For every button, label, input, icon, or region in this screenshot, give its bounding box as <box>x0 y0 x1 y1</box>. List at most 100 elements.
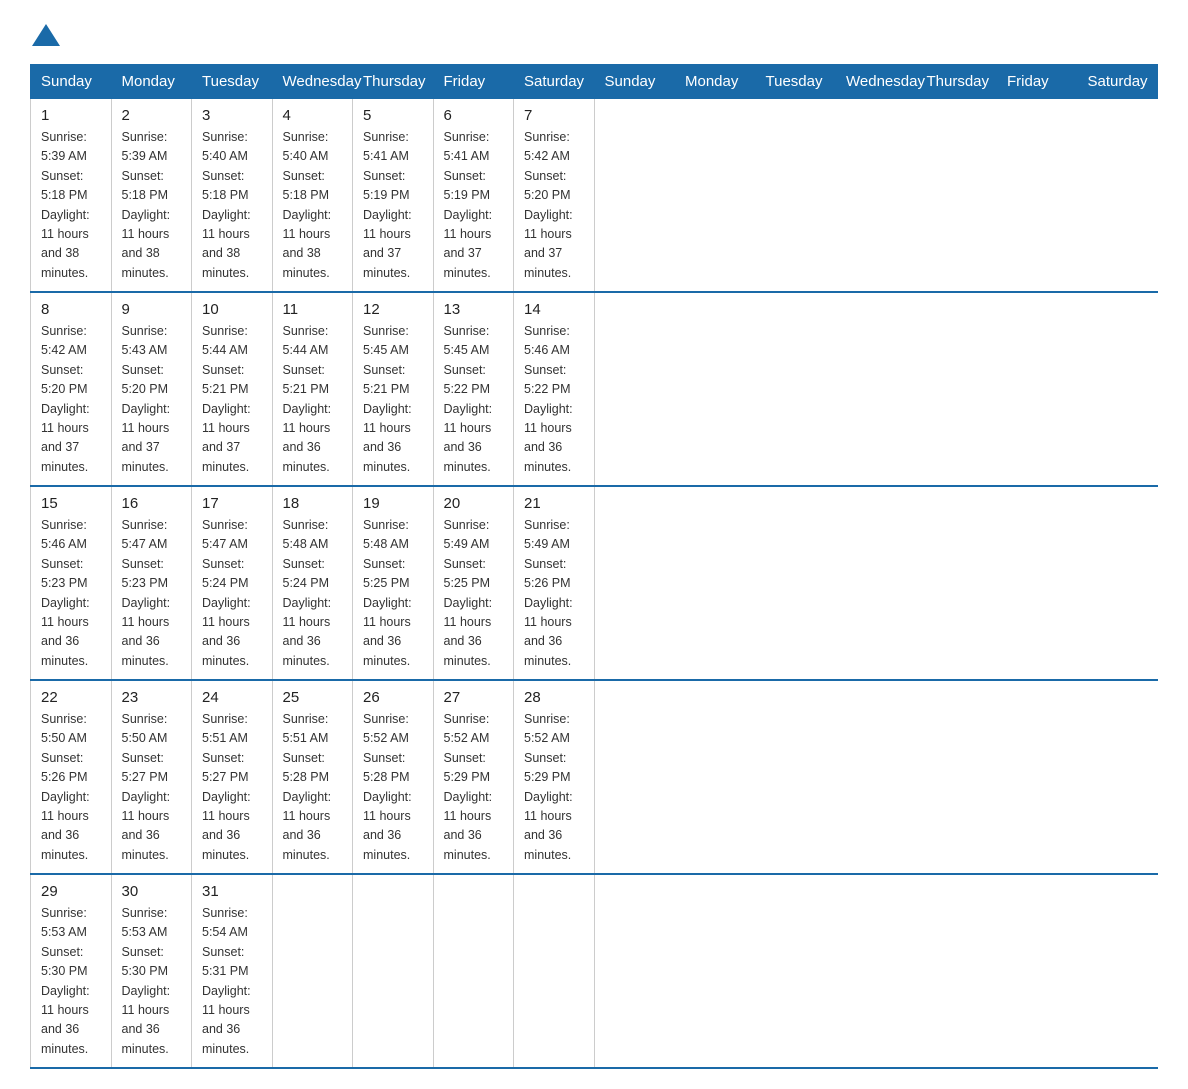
calendar-cell: 5Sunrise: 5:41 AMSunset: 5:19 PMDaylight… <box>353 99 434 293</box>
day-info: Sunrise: 5:52 AMSunset: 5:29 PMDaylight:… <box>444 710 504 865</box>
day-info: Sunrise: 5:54 AMSunset: 5:31 PMDaylight:… <box>202 904 262 1059</box>
day-info: Sunrise: 5:48 AMSunset: 5:25 PMDaylight:… <box>363 516 423 671</box>
col-header-sunday: Sunday <box>594 65 675 99</box>
day-info: Sunrise: 5:52 AMSunset: 5:29 PMDaylight:… <box>524 710 584 865</box>
day-info: Sunrise: 5:41 AMSunset: 5:19 PMDaylight:… <box>444 128 504 283</box>
calendar-cell: 11 Sunrise: 5:44 AMSunset: 5:21 PMDayligh… <box>272 292 353 486</box>
col-header-friday: Friday <box>997 65 1078 99</box>
calendar-cell: 12 Sunrise: 5:45 AMSunset: 5:21 PMDayligh… <box>353 292 434 486</box>
day-info: Sunrise: 5:47 AMSunset: 5:24 PMDaylight:… <box>202 516 262 671</box>
day-info: Sunrise: 5:47 AMSunset: 5:23 PMDaylight:… <box>122 516 182 671</box>
calendar-cell: 7 Sunrise: 5:42 AMSunset: 5:20 PMDaylight… <box>514 99 595 293</box>
calendar-cell: 18 Sunrise: 5:48 AMSunset: 5:24 PMDayligh… <box>272 486 353 680</box>
day-info: Sunrise: 5:44 AMSunset: 5:21 PMDaylight:… <box>202 322 262 477</box>
day-number: 24 <box>202 689 262 706</box>
day-number: 25 <box>283 689 343 706</box>
calendar-cell: 31 Sunrise: 5:54 AMSunset: 5:31 PMDayligh… <box>192 874 273 1068</box>
calendar-week-row: 29Sunrise: 5:53 AMSunset: 5:30 PMDayligh… <box>31 874 1158 1068</box>
day-info: Sunrise: 5:42 AMSunset: 5:20 PMDaylight:… <box>524 128 584 283</box>
day-number: 12 <box>363 301 423 318</box>
calendar-cell <box>353 874 434 1068</box>
day-number: 7 <box>524 107 584 124</box>
calendar-cell: 4 Sunrise: 5:40 AMSunset: 5:18 PMDaylight… <box>272 99 353 293</box>
day-info: Sunrise: 5:50 AMSunset: 5:27 PMDaylight:… <box>122 710 182 865</box>
calendar-cell: 3 Sunrise: 5:40 AMSunset: 5:18 PMDaylight… <box>192 99 273 293</box>
calendar-week-row: 8Sunrise: 5:42 AMSunset: 5:20 PMDaylight… <box>31 292 1158 486</box>
day-number: 18 <box>283 495 343 512</box>
logo <box>30 20 60 46</box>
day-info: Sunrise: 5:53 AMSunset: 5:30 PMDaylight:… <box>122 904 182 1059</box>
day-number: 1 <box>41 107 101 124</box>
day-number: 22 <box>41 689 101 706</box>
col-header-saturday: Saturday <box>1077 65 1158 99</box>
day-info: Sunrise: 5:44 AMSunset: 5:21 PMDaylight:… <box>283 322 343 477</box>
day-number: 2 <box>122 107 182 124</box>
day-info: Sunrise: 5:48 AMSunset: 5:24 PMDaylight:… <box>283 516 343 671</box>
logo-triangle-icon <box>32 24 60 46</box>
calendar-cell: 27 Sunrise: 5:52 AMSunset: 5:29 PMDayligh… <box>433 680 514 874</box>
calendar-cell <box>272 874 353 1068</box>
calendar-week-row: 22Sunrise: 5:50 AMSunset: 5:26 PMDayligh… <box>31 680 1158 874</box>
day-info: Sunrise: 5:46 AMSunset: 5:22 PMDaylight:… <box>524 322 584 477</box>
day-info: Sunrise: 5:51 AMSunset: 5:27 PMDaylight:… <box>202 710 262 865</box>
day-info: Sunrise: 5:43 AMSunset: 5:20 PMDaylight:… <box>122 322 182 477</box>
day-info: Sunrise: 5:39 AMSunset: 5:18 PMDaylight:… <box>41 128 101 283</box>
calendar-cell: 13 Sunrise: 5:45 AMSunset: 5:22 PMDayligh… <box>433 292 514 486</box>
calendar-week-row: 15 Sunrise: 5:46 AMSunset: 5:23 PMDayligh… <box>31 486 1158 680</box>
calendar-cell: 1 Sunrise: 5:39 AMSunset: 5:18 PMDaylight… <box>31 99 112 293</box>
col-header-friday: Friday <box>433 65 514 99</box>
day-number: 10 <box>202 301 262 318</box>
calendar-week-row: 1 Sunrise: 5:39 AMSunset: 5:18 PMDaylight… <box>31 99 1158 293</box>
day-info: Sunrise: 5:49 AMSunset: 5:26 PMDaylight:… <box>524 516 584 671</box>
day-number: 27 <box>444 689 504 706</box>
page-header <box>30 20 1158 46</box>
day-info: Sunrise: 5:46 AMSunset: 5:23 PMDaylight:… <box>41 516 101 671</box>
calendar-cell: 14 Sunrise: 5:46 AMSunset: 5:22 PMDayligh… <box>514 292 595 486</box>
day-number: 19 <box>363 495 423 512</box>
calendar-table: SundayMondayTuesdayWednesdayThursdayFrid… <box>30 64 1158 1069</box>
day-number: 8 <box>41 301 101 318</box>
day-number: 20 <box>444 495 504 512</box>
calendar-cell: 6 Sunrise: 5:41 AMSunset: 5:19 PMDaylight… <box>433 99 514 293</box>
calendar-cell: 2Sunrise: 5:39 AMSunset: 5:18 PMDaylight… <box>111 99 192 293</box>
day-number: 30 <box>122 883 182 900</box>
day-number: 16 <box>122 495 182 512</box>
day-number: 6 <box>444 107 504 124</box>
calendar-cell: 20 Sunrise: 5:49 AMSunset: 5:25 PMDayligh… <box>433 486 514 680</box>
col-header-thursday: Thursday <box>916 65 997 99</box>
day-info: Sunrise: 5:45 AMSunset: 5:22 PMDaylight:… <box>444 322 504 477</box>
day-number: 3 <box>202 107 262 124</box>
day-info: Sunrise: 5:51 AMSunset: 5:28 PMDaylight:… <box>283 710 343 865</box>
calendar-cell <box>514 874 595 1068</box>
col-header-tuesday: Tuesday <box>192 65 273 99</box>
calendar-cell: 21Sunrise: 5:49 AMSunset: 5:26 PMDayligh… <box>514 486 595 680</box>
day-number: 4 <box>283 107 343 124</box>
day-number: 15 <box>41 495 101 512</box>
calendar-cell: 30 Sunrise: 5:53 AMSunset: 5:30 PMDayligh… <box>111 874 192 1068</box>
day-number: 31 <box>202 883 262 900</box>
calendar-cell: 29Sunrise: 5:53 AMSunset: 5:30 PMDayligh… <box>31 874 112 1068</box>
day-number: 11 <box>283 301 343 318</box>
calendar-cell: 8Sunrise: 5:42 AMSunset: 5:20 PMDaylight… <box>31 292 112 486</box>
calendar-cell: 22Sunrise: 5:50 AMSunset: 5:26 PMDayligh… <box>31 680 112 874</box>
day-number: 5 <box>363 107 423 124</box>
calendar-cell: 25 Sunrise: 5:51 AMSunset: 5:28 PMDayligh… <box>272 680 353 874</box>
calendar-cell: 15 Sunrise: 5:46 AMSunset: 5:23 PMDayligh… <box>31 486 112 680</box>
calendar-cell: 9Sunrise: 5:43 AMSunset: 5:20 PMDaylight… <box>111 292 192 486</box>
calendar-cell: 10 Sunrise: 5:44 AMSunset: 5:21 PMDayligh… <box>192 292 273 486</box>
day-info: Sunrise: 5:49 AMSunset: 5:25 PMDaylight:… <box>444 516 504 671</box>
day-info: Sunrise: 5:40 AMSunset: 5:18 PMDaylight:… <box>283 128 343 283</box>
day-info: Sunrise: 5:53 AMSunset: 5:30 PMDaylight:… <box>41 904 101 1059</box>
day-number: 14 <box>524 301 584 318</box>
day-info: Sunrise: 5:45 AMSunset: 5:21 PMDaylight:… <box>363 322 423 477</box>
day-info: Sunrise: 5:40 AMSunset: 5:18 PMDaylight:… <box>202 128 262 283</box>
calendar-header-row: SundayMondayTuesdayWednesdayThursdayFrid… <box>31 65 1158 99</box>
col-header-wednesday: Wednesday <box>836 65 917 99</box>
col-header-monday: Monday <box>111 65 192 99</box>
day-number: 13 <box>444 301 504 318</box>
col-header-sunday: Sunday <box>31 65 112 99</box>
day-number: 28 <box>524 689 584 706</box>
day-info: Sunrise: 5:52 AMSunset: 5:28 PMDaylight:… <box>363 710 423 865</box>
day-number: 26 <box>363 689 423 706</box>
col-header-saturday: Saturday <box>514 65 595 99</box>
